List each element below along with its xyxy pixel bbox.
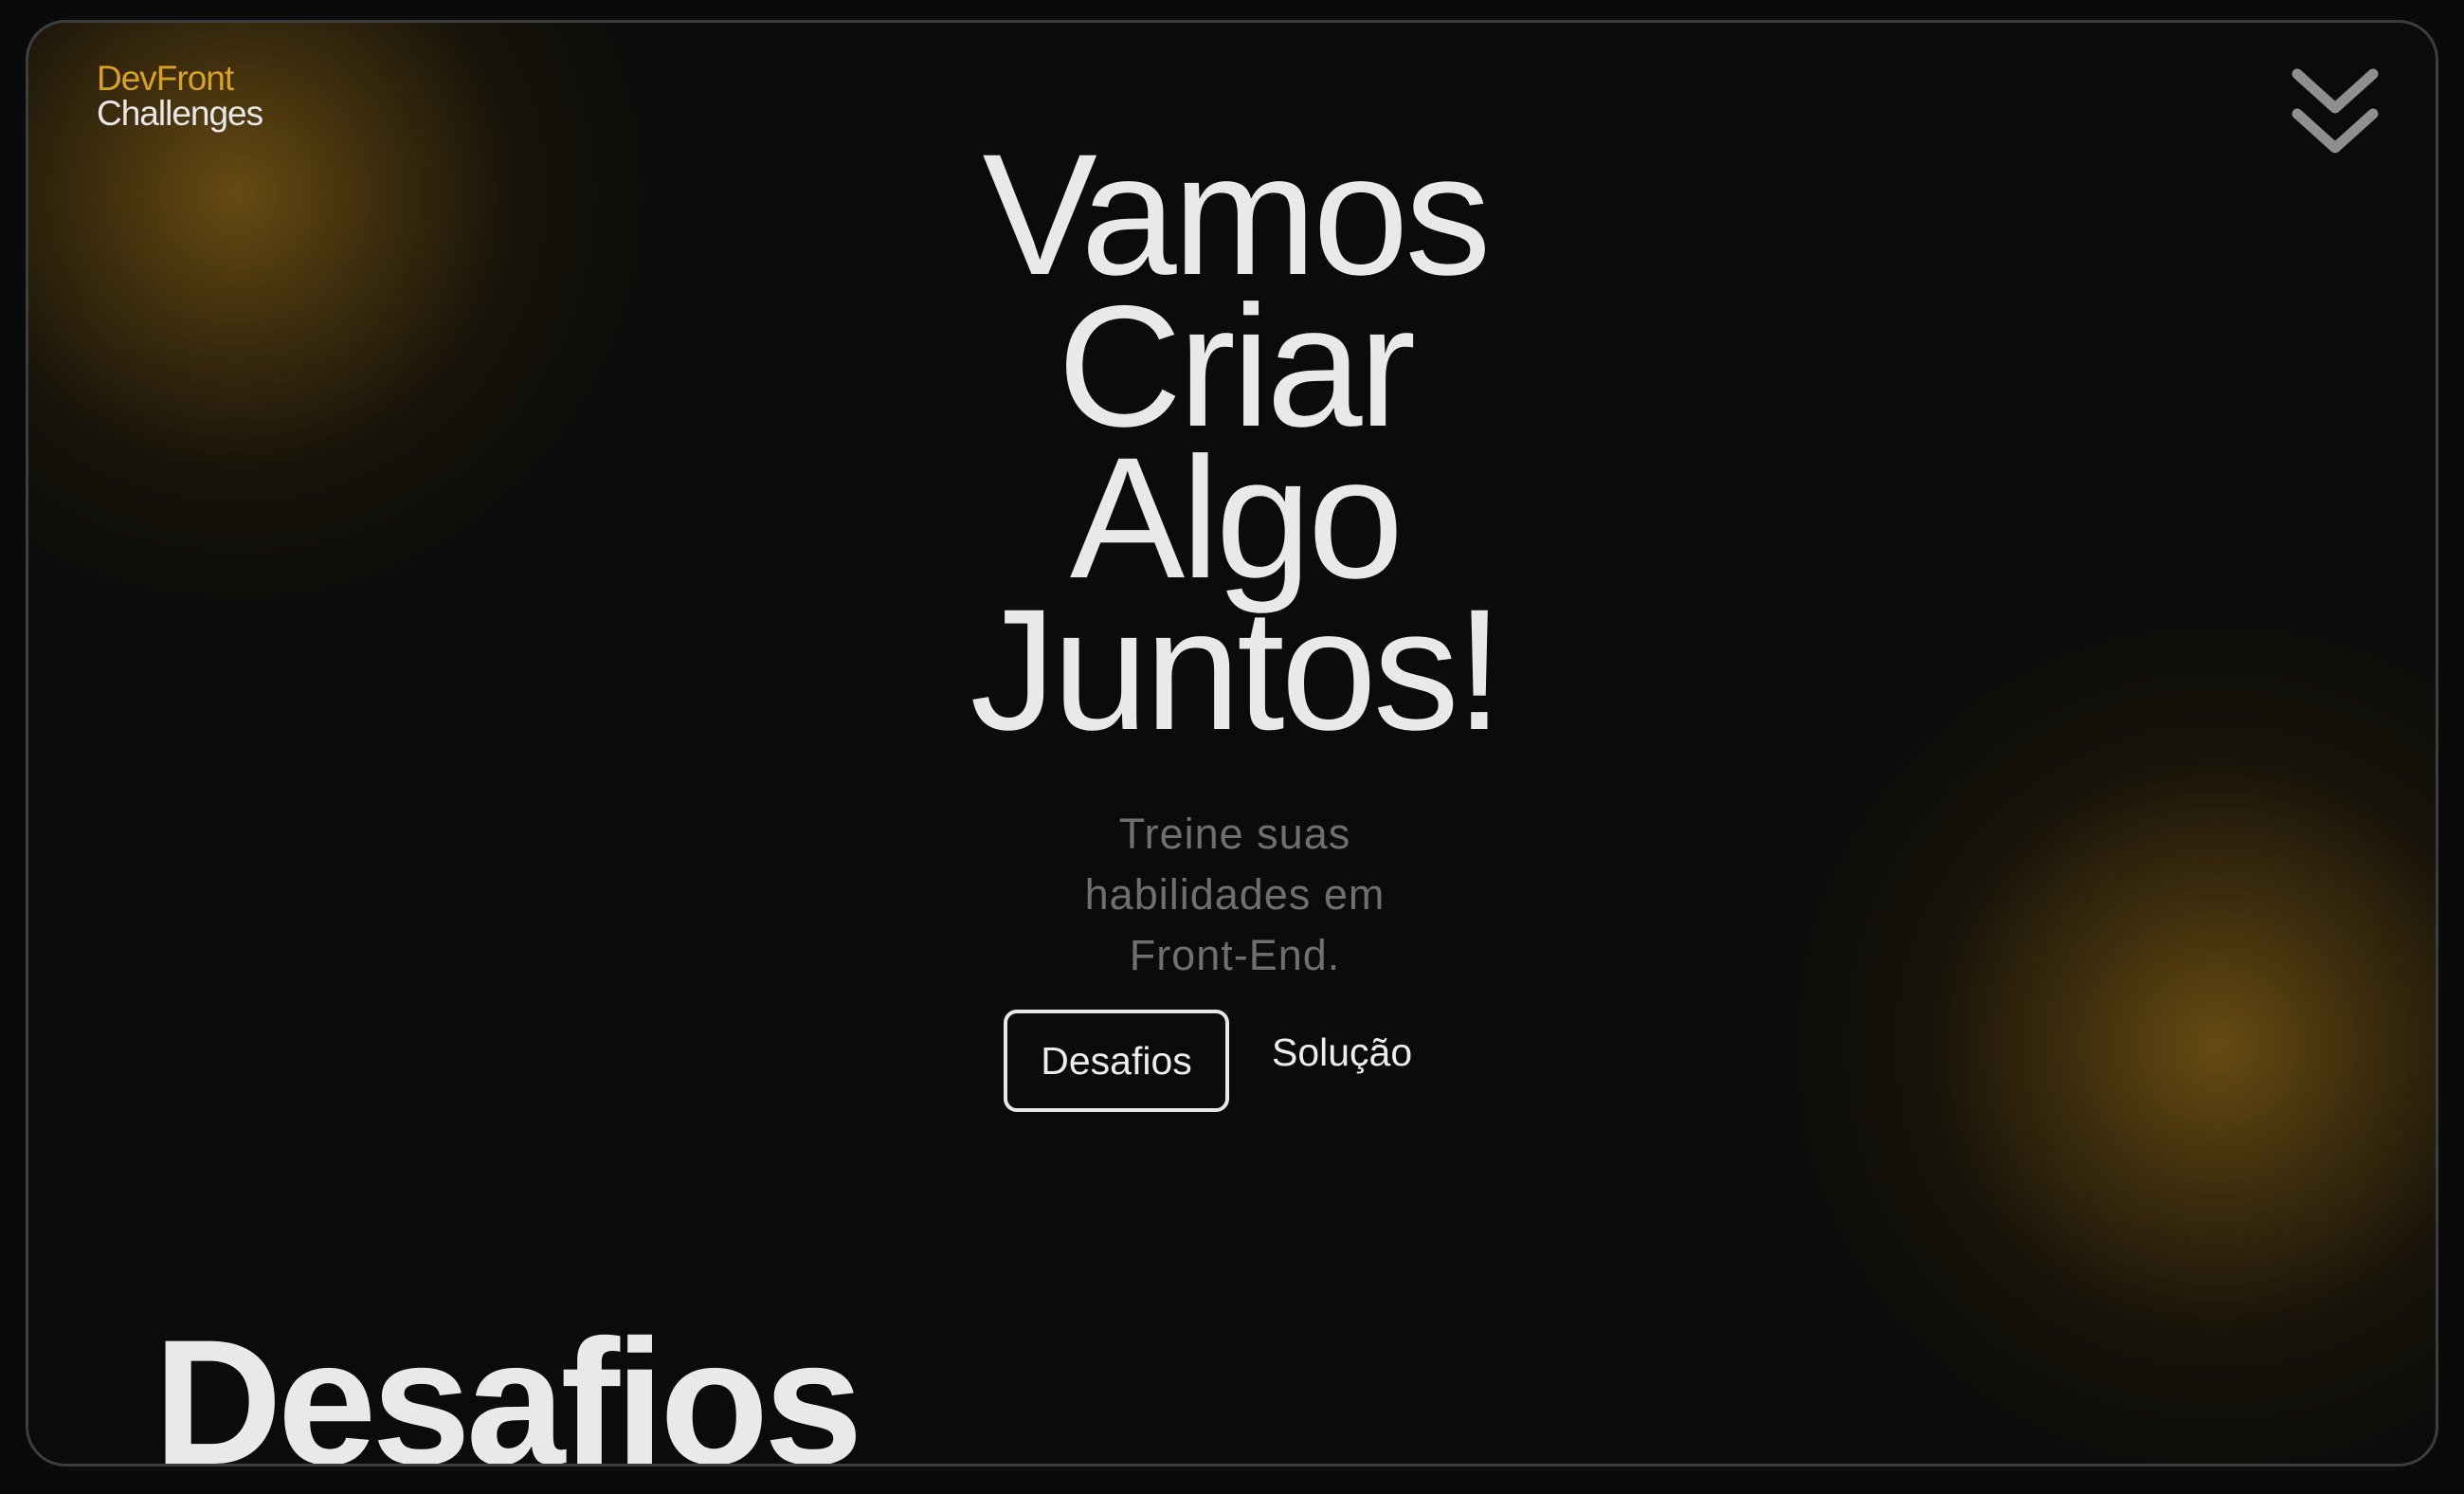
subtitle-line: Front-End.	[1129, 931, 1341, 979]
subtitle-line: habilidades em	[1084, 870, 1386, 919]
hero-headline: Vamos Criar Algo Juntos!	[28, 118, 2436, 766]
headline-line: Vamos	[982, 118, 1492, 311]
headline-line: Juntos!	[969, 573, 1504, 766]
subtitle-line: Treine suas	[1118, 810, 1351, 858]
site-logo[interactable]: DevFront Challenges	[97, 61, 263, 131]
hero-section: Vamos Criar Algo Juntos! Treine suas hab…	[28, 118, 2436, 986]
desafios-button[interactable]: Desafios	[1004, 1010, 1229, 1112]
solucao-link[interactable]: Solução	[1272, 1030, 1412, 1075]
logo-line-devfront: DevFront	[97, 59, 234, 98]
page-frame: DevFront Challenges Vamos Criar Algo Jun…	[26, 20, 2438, 1467]
hero-actions: Desafios Solução	[1004, 1010, 1496, 1114]
logo-line-challenges: Challenges	[97, 94, 263, 133]
hero-subtitle: Treine suas habilidades em Front-End.	[28, 804, 2436, 986]
section-title-desafios: Desafios	[154, 1303, 863, 1467]
headline-line: Algo	[1069, 421, 1404, 614]
headline-line: Criar	[1057, 269, 1416, 463]
